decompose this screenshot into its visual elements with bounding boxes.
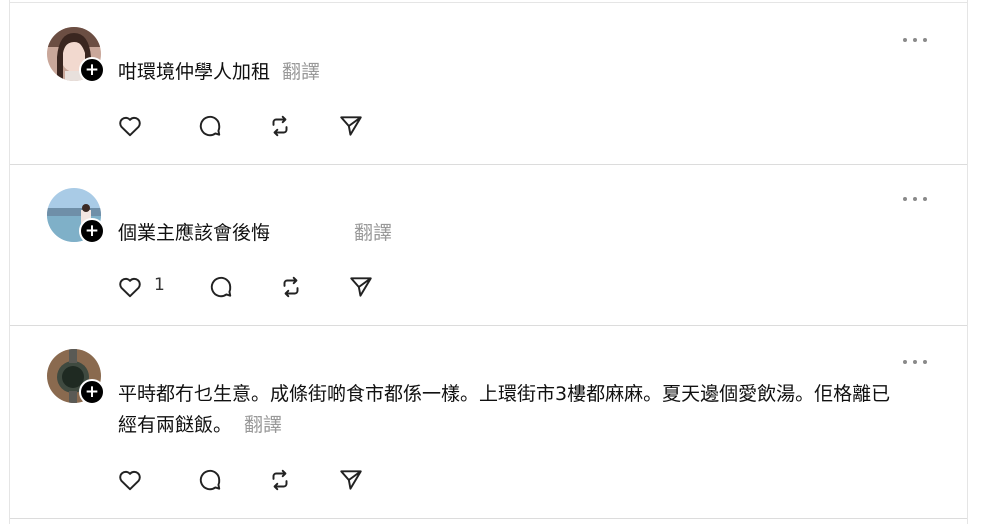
reply-comment-icon[interactable] [196,112,224,140]
post-body: 個業主應該會後悔 [118,222,271,244]
reply-post: + 平時都冇乜生意。成條街啲食市都係一樣。上環街市3樓都麻麻。夏天邊個愛飲湯。佢… [10,326,967,519]
more-options-icon[interactable] [903,194,927,204]
repost-icon[interactable] [277,273,305,301]
thread-replies-feed: + 咁環境仲學人加租 翻譯 + 個業主應該會後悔 翻譯 1 + 平時都冇乜生意。… [9,0,968,524]
post-text: 平時都冇乜生意。成條街啲食市都係一樣。上環街市3樓都麻麻。夏天邊個愛飲湯。佢格離… [118,379,908,441]
user-avatar[interactable]: + [47,188,105,244]
follow-plus-icon[interactable]: + [79,379,105,405]
post-text: 咁環境仲學人加租 翻譯 [118,57,908,88]
reply-post: + 個業主應該會後悔 翻譯 1 [10,165,967,326]
like-heart-icon[interactable] [116,466,144,494]
translate-link[interactable]: 翻譯 [282,61,320,83]
share-send-icon[interactable] [337,466,365,494]
reply-post: + 咁環境仲學人加租 翻譯 [10,3,967,165]
share-send-icon[interactable] [337,112,365,140]
more-options-icon[interactable] [903,357,927,367]
reply-comment-icon[interactable] [207,273,235,301]
translate-link[interactable]: 翻譯 [244,414,282,436]
post-body: 平時都冇乜生意。成條街啲食市都係一樣。上環街市3樓都麻麻。夏天邊個愛飲湯。佢格離… [118,383,891,436]
post-text: 個業主應該會後悔 翻譯 [118,218,908,249]
repost-icon[interactable] [266,466,294,494]
user-avatar[interactable]: + [47,349,105,405]
translate-link[interactable]: 翻譯 [354,222,392,244]
share-send-icon[interactable] [347,273,375,301]
more-options-icon[interactable] [903,35,927,45]
like-heart-icon[interactable] [116,112,144,140]
user-avatar[interactable]: + [47,27,105,83]
follow-plus-icon[interactable]: + [79,218,105,244]
reply-comment-icon[interactable] [196,466,224,494]
like-count: 1 [154,275,165,295]
post-divider [10,518,967,519]
follow-plus-icon[interactable]: + [79,57,105,83]
like-heart-icon[interactable] [116,273,144,301]
repost-icon[interactable] [266,112,294,140]
post-body: 咁環境仲學人加租 [118,61,271,83]
